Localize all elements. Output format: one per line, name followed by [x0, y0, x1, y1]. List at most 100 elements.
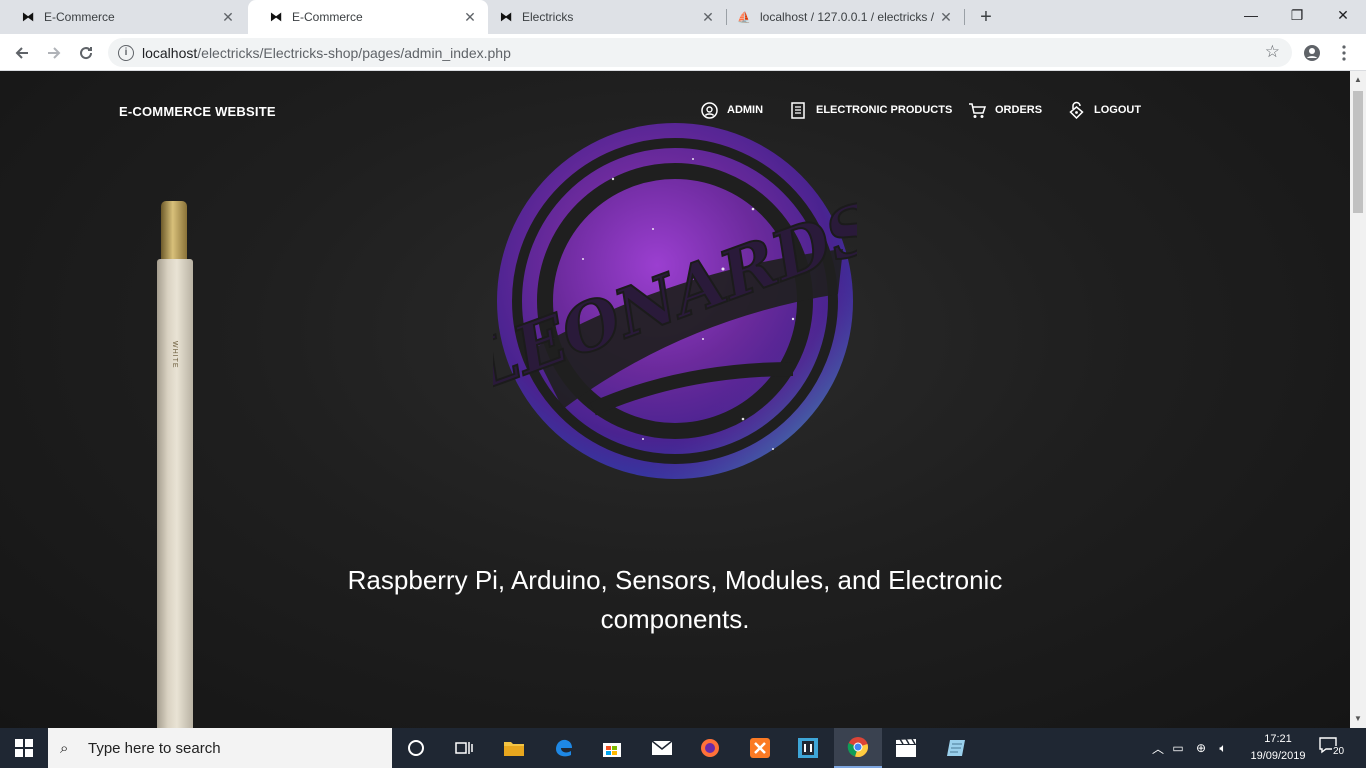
- battery-icon[interactable]: ▭: [1166, 741, 1190, 755]
- profile-button[interactable]: [1298, 39, 1326, 67]
- bowtie-icon: ⧓: [21, 9, 35, 24]
- xampp-button[interactable]: [736, 728, 784, 768]
- system-tray: ︿ ▭ ⊕ 🔈︎: [1150, 728, 1234, 768]
- taskbar-clock[interactable]: 17:21 19/09/2019: [1244, 731, 1312, 765]
- tab-phpmyadmin[interactable]: ⛵ localhost / 127.0.0.1 / electricks / ✕: [716, 0, 964, 34]
- tab-title: E-Commerce: [292, 10, 363, 24]
- clapperboard-icon: [896, 738, 916, 757]
- url-path: /electricks/Electricks-shop/pages/admin_…: [197, 44, 511, 61]
- start-button[interactable]: [0, 728, 48, 768]
- phpmyadmin-icon: ⛵: [737, 11, 751, 24]
- globe-network-icon[interactable]: ⊕: [1190, 741, 1212, 755]
- user-circle-icon: [700, 101, 718, 119]
- leonards-logo: LEONARDS: [493, 123, 857, 479]
- tab-ecommerce-2[interactable]: ⧓ E-Commerce ✕: [248, 0, 488, 34]
- bookmark-star-icon[interactable]: ☆: [1265, 42, 1280, 62]
- scroll-down-arrow-icon[interactable]: ▼: [1354, 714, 1362, 723]
- cortana-circle-icon: [408, 740, 424, 756]
- lock-icon: [1067, 101, 1085, 119]
- url-text: localhost/electricks/Electricks-shop/pag…: [142, 45, 511, 61]
- editor-button[interactable]: [784, 728, 832, 768]
- address-bar[interactable]: i localhost/electricks/Electricks-shop/p…: [108, 38, 1292, 67]
- tab-strip: ⧓ E-Commerce ✕ ⧓ E-Commerce ✕ ⧓ Electric…: [0, 0, 1366, 34]
- kebab-menu-icon: [1342, 45, 1346, 61]
- windows-logo-icon: [15, 739, 33, 757]
- restore-button[interactable]: ❐: [1274, 0, 1320, 30]
- tab-separator: [964, 9, 965, 25]
- page-scrollbar[interactable]: ▲ ▼: [1350, 71, 1366, 728]
- close-icon[interactable]: ✕: [218, 7, 238, 27]
- new-tab-button[interactable]: +: [974, 5, 998, 29]
- url-host: localhost: [142, 44, 198, 61]
- nav-label: ADMIN: [727, 104, 764, 116]
- bowtie-icon: ⧓: [269, 9, 283, 24]
- scrollbar-thumb[interactable]: [1353, 91, 1363, 213]
- document-icon: [789, 101, 807, 119]
- menu-button[interactable]: [1330, 39, 1358, 67]
- store-bag-icon: [603, 743, 621, 757]
- hero-tagline: Raspberry Pi, Arduino, Sensors, Modules,…: [300, 561, 1050, 639]
- forward-button[interactable]: [40, 39, 68, 67]
- notification-count: 20: [1332, 746, 1346, 757]
- nav-electronic-products[interactable]: ELECTRONIC PRODUCTS: [789, 101, 952, 119]
- firefox-icon: [701, 739, 719, 757]
- chevron-up-icon[interactable]: ︿: [1150, 740, 1166, 757]
- nav-label: LOGOUT: [1094, 104, 1142, 116]
- tagline-line-1: Raspberry Pi, Arduino, Sensors, Modules,…: [347, 565, 1003, 595]
- browser-toolbar: i localhost/electricks/Electricks-shop/p…: [0, 34, 1366, 71]
- page-viewport: E-COMMERCE WEBSITE ADMIN ELECTRONIC PROD…: [0, 71, 1350, 728]
- notepad-icon: [947, 740, 965, 756]
- tab-ecommerce-1[interactable]: ⧓ E-Commerce ✕: [0, 0, 246, 34]
- close-window-button[interactable]: ✕: [1320, 0, 1366, 30]
- reload-icon: [80, 47, 93, 60]
- tagline-line-2: components.: [600, 604, 750, 634]
- edge-button[interactable]: [540, 728, 588, 768]
- volume-icon[interactable]: 🔈︎: [1212, 741, 1234, 756]
- action-center-button[interactable]: 20: [1318, 736, 1348, 760]
- cart-icon: [968, 101, 986, 119]
- chrome-canary-button[interactable]: [686, 728, 734, 768]
- chrome-button[interactable]: [834, 728, 882, 768]
- nav-admin[interactable]: ADMIN: [700, 101, 763, 119]
- task-view-icon: [455, 742, 473, 754]
- scroll-up-arrow-icon[interactable]: ▲: [1354, 75, 1362, 84]
- close-icon[interactable]: ✕: [460, 7, 480, 27]
- pencil-image: WHITE: [157, 201, 193, 728]
- mail-button[interactable]: [638, 728, 686, 768]
- back-button[interactable]: [8, 39, 36, 67]
- clock-time: 17:21: [1264, 733, 1292, 745]
- video-editor-button[interactable]: [882, 728, 930, 768]
- tab-electricks[interactable]: ⧓ Electricks ✕: [478, 0, 726, 34]
- pencil-text: WHITE: [171, 341, 178, 369]
- file-explorer-button[interactable]: [490, 728, 538, 768]
- account-icon: [1304, 45, 1320, 61]
- task-view-button[interactable]: [440, 728, 488, 768]
- tab-title: E-Commerce: [44, 10, 115, 24]
- windows-taskbar: ⌕ Type here to search ︿ ▭ ⊕ 🔈︎ 17:21 19/…: [0, 728, 1366, 768]
- arrow-right-icon: [48, 47, 61, 59]
- bracket-editor-icon: [798, 738, 818, 758]
- close-icon[interactable]: ✕: [936, 7, 956, 27]
- nav-label: ELECTRONIC PRODUCTS: [816, 104, 953, 116]
- search-placeholder: Type here to search: [88, 739, 221, 757]
- info-icon[interactable]: i: [118, 44, 134, 61]
- tab-title: Electricks: [522, 10, 574, 24]
- cortana-button[interactable]: [392, 728, 440, 768]
- store-button[interactable]: [588, 728, 636, 768]
- mail-icon: [651, 740, 673, 755]
- minimize-button[interactable]: —: [1228, 0, 1274, 30]
- close-icon[interactable]: ✕: [698, 7, 718, 27]
- edge-icon: [556, 739, 572, 757]
- clock-date: 19/09/2019: [1250, 750, 1306, 762]
- site-brand[interactable]: E-COMMERCE WEBSITE: [119, 104, 276, 119]
- arrow-left-icon: [15, 47, 28, 59]
- taskbar-search-box[interactable]: ⌕ Type here to search: [48, 728, 392, 768]
- search-icon: ⌕: [60, 739, 69, 757]
- notes-button[interactable]: [932, 728, 980, 768]
- reload-button[interactable]: [72, 39, 100, 67]
- nav-logout[interactable]: LOGOUT: [1067, 101, 1141, 119]
- tab-title: localhost / 127.0.0.1 / electricks /: [760, 10, 935, 24]
- nav-orders[interactable]: ORDERS: [968, 101, 1042, 119]
- nav-label: ORDERS: [995, 104, 1043, 116]
- bowtie-icon: ⧓: [499, 9, 513, 24]
